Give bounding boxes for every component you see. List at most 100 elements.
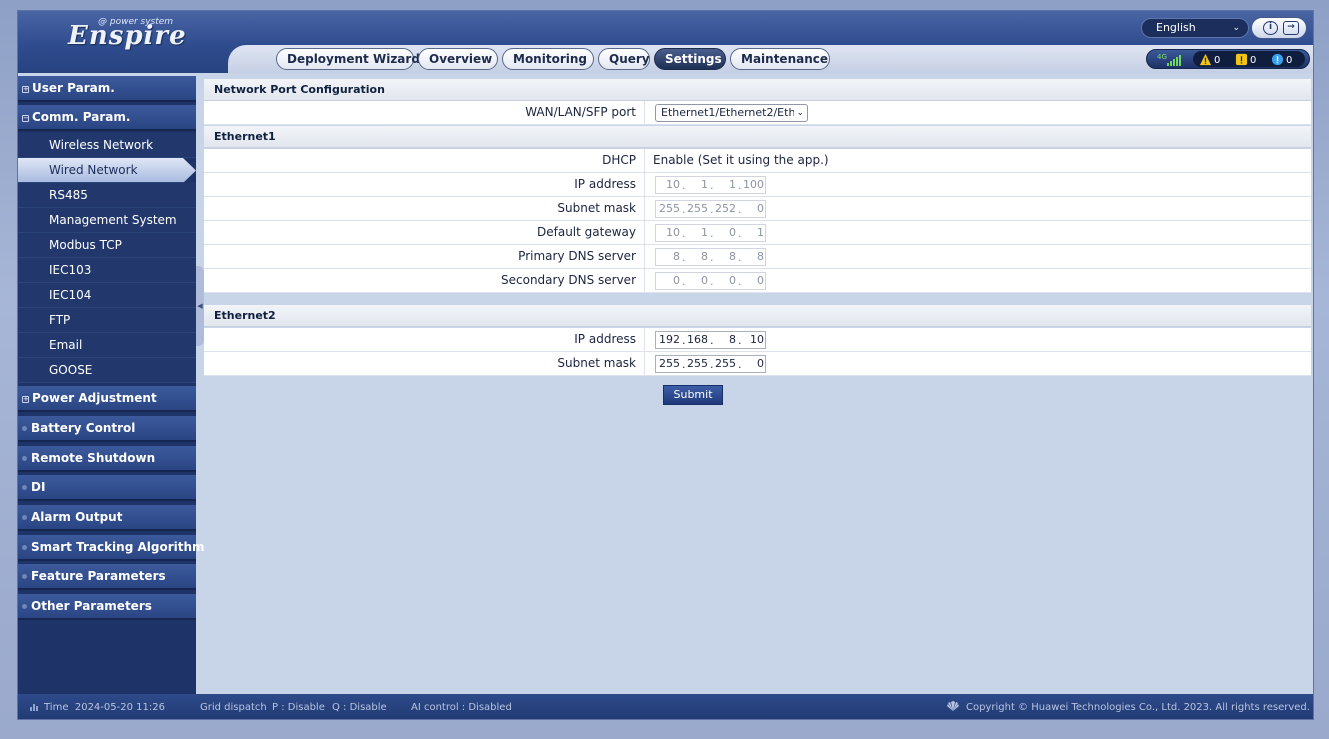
sidebar-item-wired-network[interactable]: Wired Network	[18, 158, 196, 183]
ip-octet[interactable]: 8	[712, 332, 736, 348]
ip-octet: 1	[729, 178, 736, 191]
sidebar-item-iec104[interactable]: IEC104	[18, 283, 196, 308]
sidebar-group-di[interactable]: DI	[18, 475, 196, 501]
tab-maintenance[interactable]: Maintenance	[730, 48, 830, 70]
eth1-gateway-input: 10. 1. 0. 1	[655, 224, 766, 242]
sidebar-group-user-param[interactable]: + User Param.	[18, 76, 196, 102]
chevron-down-icon: ⌄	[794, 105, 804, 121]
section-header-ethernet1: Ethernet1	[204, 126, 1311, 148]
form-row-eth1-ip: IP address 10. 1. 1. 100	[204, 173, 1311, 197]
sidebar-item-modbus-tcp[interactable]: Modbus TCP	[18, 233, 196, 258]
eth2-mask-label: Subnet mask	[204, 352, 645, 375]
time-label: Time	[44, 702, 69, 713]
ip-octet[interactable]: 255	[656, 356, 680, 372]
section-header-ethernet2: Ethernet2	[204, 305, 1311, 327]
sidebar-item-wireless-network[interactable]: Wireless Network	[18, 133, 196, 158]
chart-bars-icon	[30, 704, 38, 711]
main-content: Network Port Configuration WAN/LAN/SFP p…	[204, 76, 1311, 694]
grid-dispatch-label: Grid dispatch	[200, 702, 267, 713]
sidebar-group-remote-shutdown[interactable]: Remote Shutdown	[18, 446, 196, 472]
ip-octet: 8	[757, 250, 764, 263]
ip-octet[interactable]: 255	[712, 356, 736, 372]
major-alarm-counter[interactable]: 0	[1199, 53, 1220, 69]
sidebar-group-label: Alarm Output	[31, 510, 123, 524]
sidebar-group-feature-parameters[interactable]: Feature Parameters	[18, 564, 196, 590]
logout-icon[interactable]: →	[1283, 21, 1299, 35]
eth2-ip-label: IP address	[204, 328, 645, 351]
sidebar-group-alarm-output[interactable]: Alarm Output	[18, 505, 196, 531]
submit-button[interactable]: Submit	[663, 385, 723, 405]
alarm-counters[interactable]: 0 0 0	[1193, 51, 1305, 67]
huawei-logo-icon	[947, 701, 959, 711]
sidebar-item-goose[interactable]: GOOSE	[18, 358, 196, 383]
eth1-ip-input: 10. 1. 1. 100	[655, 176, 766, 194]
header-button-group: i →	[1251, 17, 1307, 39]
port-label: WAN/LAN/SFP port	[204, 101, 645, 124]
ip-octet: 100	[743, 178, 764, 191]
ip-octet: 0	[701, 274, 708, 287]
sidebar-group-label: User Param.	[32, 81, 115, 95]
form-row-eth1-dns1: Primary DNS server 8. 8. 8. 8	[204, 245, 1311, 269]
ip-octet[interactable]: 168	[684, 332, 708, 348]
sidebar-group-label: Feature Parameters	[31, 569, 166, 583]
sidebar-group-other-parameters[interactable]: Other Parameters	[18, 594, 196, 620]
ip-octet: 0	[729, 226, 736, 239]
dhcp-label: DHCP	[204, 149, 645, 172]
sidebar: + User Param. − Comm. Param. Wireless Netw…	[18, 76, 205, 694]
expand-icon: +	[22, 85, 29, 93]
sidebar-group-label: DI	[31, 480, 46, 494]
ip-octet: 10	[666, 226, 680, 239]
sidebar-collapse-handle[interactable]: ◀	[196, 266, 204, 346]
tab-deployment-wizard[interactable]: Deployment Wizard	[276, 48, 420, 70]
language-select[interactable]: English ⌄	[1141, 18, 1249, 38]
bullet-icon	[22, 515, 27, 520]
tab-settings[interactable]: Settings	[654, 48, 726, 70]
exclamation-square-icon	[1235, 53, 1248, 66]
ip-octet: 8	[701, 250, 708, 263]
tab-monitoring[interactable]: Monitoring	[502, 48, 594, 70]
eth1-dns2-label: Secondary DNS server	[204, 269, 645, 292]
section-header-network-port: Network Port Configuration	[204, 79, 1311, 101]
collapse-icon: −	[22, 114, 29, 122]
ip-octet[interactable]: 0	[740, 356, 764, 372]
eth2-mask-input[interactable]: 255. 255. 255. 0	[655, 355, 766, 373]
sidebar-item-rs485[interactable]: RS485	[18, 183, 196, 208]
chevron-down-icon: ⌄	[1232, 23, 1240, 33]
sidebar-group-comm-param[interactable]: − Comm. Param.	[18, 105, 196, 131]
bullet-icon	[22, 485, 27, 490]
major-alarm-count: 0	[1214, 55, 1221, 66]
ip-octet: 255	[659, 202, 680, 215]
tab-query[interactable]: Query	[598, 48, 650, 70]
form-row-eth1-dns2: Secondary DNS server 0. 0. 0. 0	[204, 269, 1311, 293]
minor-alarm-counter[interactable]: 0	[1235, 53, 1256, 69]
tab-overview[interactable]: Overview	[418, 48, 498, 70]
sidebar-group-label: Comm. Param.	[32, 110, 131, 124]
port-select[interactable]: Ethernet1/Ethernet2/Eth ⌄	[655, 104, 808, 122]
sidebar-group-label: Remote Shutdown	[31, 451, 156, 465]
ip-octet: 8	[729, 250, 736, 263]
sidebar-item-email[interactable]: Email	[18, 333, 196, 358]
ip-octet[interactable]: 192	[656, 332, 680, 348]
sidebar-item-management-system[interactable]: Management System	[18, 208, 196, 233]
sidebar-item-ftp[interactable]: FTP	[18, 308, 196, 333]
sidebar-group-battery-control[interactable]: Battery Control	[18, 416, 196, 442]
sidebar-item-iec103[interactable]: IEC103	[18, 258, 196, 283]
enspire-logo: Enspire	[68, 21, 187, 51]
warning-alarm-counter[interactable]: 0	[1271, 53, 1292, 69]
eth2-ip-input[interactable]: 192. 168. 8. 10	[655, 331, 766, 349]
form-row-eth1-mask: Subnet mask 255. 255. 252. 0	[204, 197, 1311, 221]
info-circle-icon	[1271, 53, 1284, 66]
ip-octet: 1	[701, 226, 708, 239]
ip-octet: 252	[715, 202, 736, 215]
sidebar-group-label: Other Parameters	[31, 599, 152, 613]
info-icon[interactable]: i	[1263, 21, 1278, 35]
ip-octet: 255	[687, 202, 708, 215]
sidebar-group-label: Smart Tracking Algorithm	[31, 540, 205, 554]
status-indicator-bar: 4G 0 0 0	[1146, 49, 1310, 69]
ip-octet[interactable]: 10	[740, 332, 764, 348]
sidebar-group-label: Power Adjustment	[32, 391, 157, 405]
ip-octet[interactable]: 255	[684, 356, 708, 372]
dhcp-value: Enable (Set it using the app.)	[653, 153, 829, 167]
sidebar-group-smart-tracking-algorithm[interactable]: Smart Tracking Algorithm	[18, 535, 205, 561]
sidebar-group-power-adjustment[interactable]: + Power Adjustment	[18, 386, 196, 412]
